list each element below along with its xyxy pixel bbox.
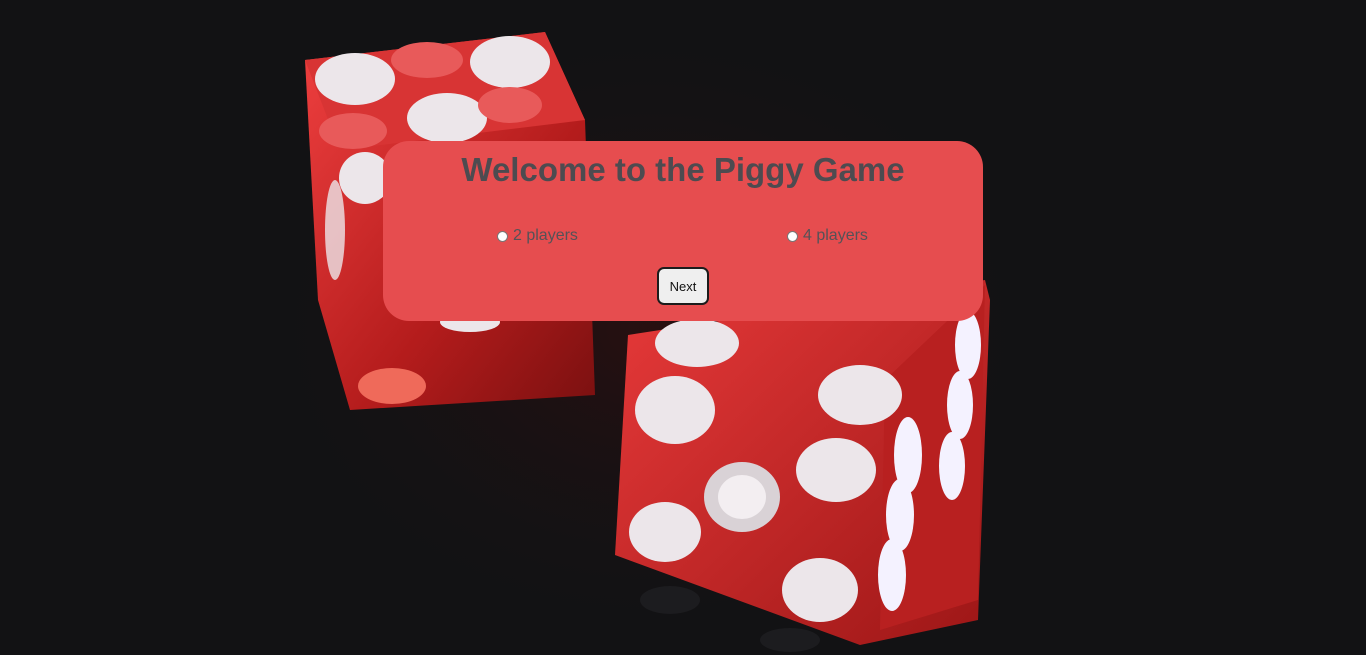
next-button[interactable]: Next — [657, 267, 709, 305]
radio-4-players[interactable] — [787, 230, 798, 242]
option-2-players-label: 2 players — [513, 227, 578, 244]
option-2-players[interactable]: 2 players — [497, 227, 578, 245]
option-4-players[interactable]: 4 players — [787, 227, 868, 245]
welcome-panel: Welcome to the Piggy Game 2 players 4 pl… — [383, 141, 983, 321]
front-die — [615, 280, 990, 652]
page-title: Welcome to the Piggy Game — [461, 151, 905, 188]
dice-background-image — [0, 0, 1366, 655]
radio-2-players[interactable] — [497, 230, 508, 242]
option-4-players-label: 4 players — [803, 227, 868, 244]
